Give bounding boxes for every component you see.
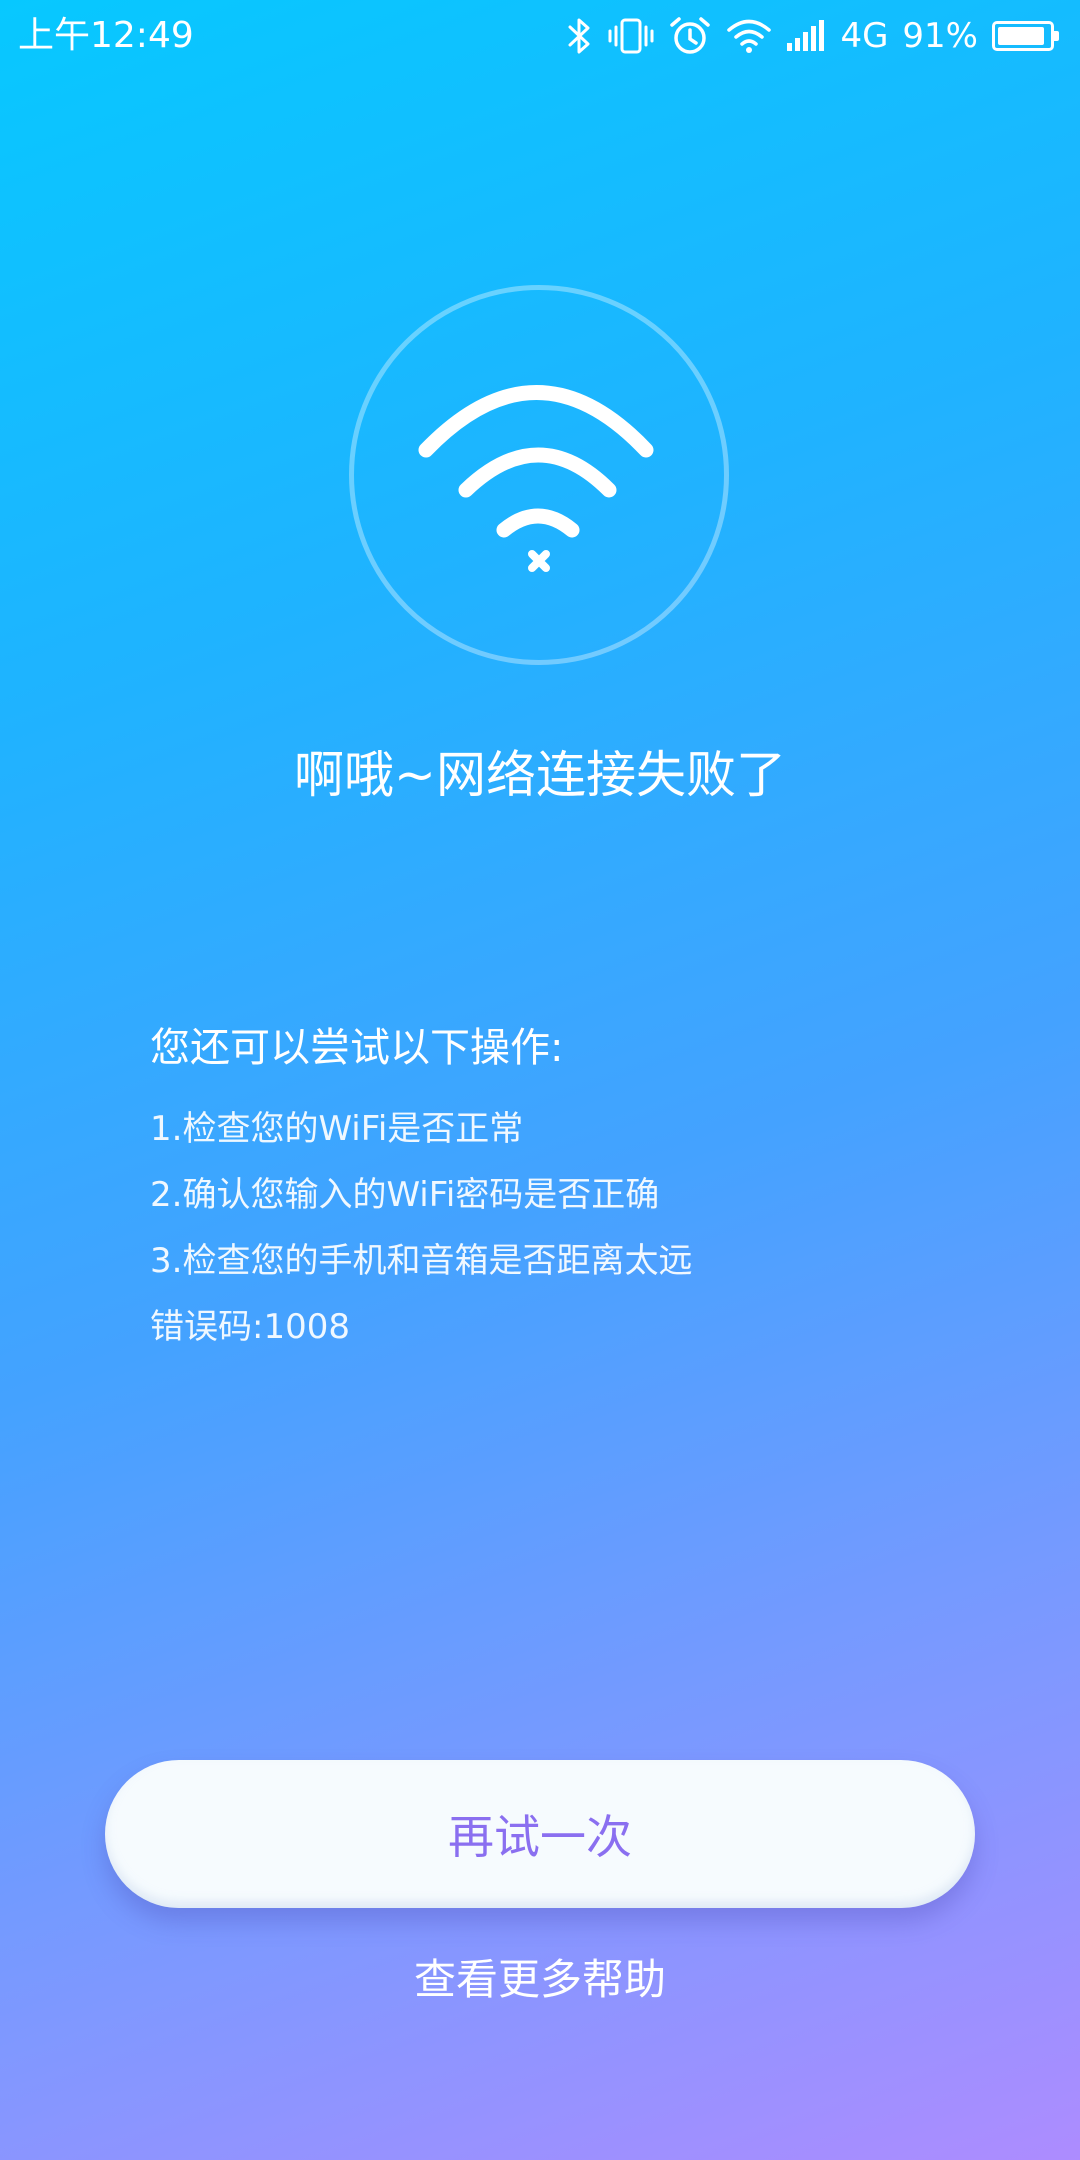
- status-bar: 上午12:49 4G 91%: [0, 0, 1080, 72]
- error-code-label: 错误码:: [150, 1307, 264, 1347]
- tips-heading: 您还可以尝试以下操作:: [150, 1025, 564, 1071]
- alarm-icon: [670, 17, 711, 54]
- network-type: 4G: [840, 16, 889, 56]
- error-code-row: 错误码:1008: [150, 1294, 950, 1360]
- battery-level-fill: [998, 27, 1044, 45]
- troubleshooting-tips: 您还可以尝试以下操作: 1.检查您的WiFi是否正常 2.确认您输入的WiFi密…: [150, 1018, 950, 1360]
- more-help-link[interactable]: 查看更多帮助: [0, 1950, 1080, 2010]
- status-icons: 4G 91%: [566, 12, 1059, 60]
- battery-percent: 91%: [902, 16, 978, 56]
- error-title: 啊哦~网络连接失败了: [294, 746, 786, 804]
- wifi-disconnected-icon: [349, 285, 729, 665]
- signal-icon: [787, 20, 825, 51]
- tip-item: 3.检查您的手机和音箱是否距离太远: [150, 1241, 693, 1281]
- battery-icon: [992, 21, 1059, 51]
- network-error-screen: 上午12:49 4G 91% 啊哦~网络连接失败了 您还可以尝试以下操作: 1.…: [0, 0, 1080, 2160]
- retry-button[interactable]: 再试一次: [105, 1760, 975, 1908]
- vibrate-icon: [608, 18, 654, 54]
- status-time: 上午12:49: [18, 15, 194, 56]
- wifi-icon: [727, 19, 772, 53]
- tip-item: 2.确认您输入的WiFi密码是否正确: [150, 1175, 660, 1215]
- tip-item: 1.检查您的WiFi是否正常: [150, 1109, 524, 1149]
- error-code-value: 1008: [263, 1307, 350, 1347]
- bluetooth-icon: [568, 18, 590, 54]
